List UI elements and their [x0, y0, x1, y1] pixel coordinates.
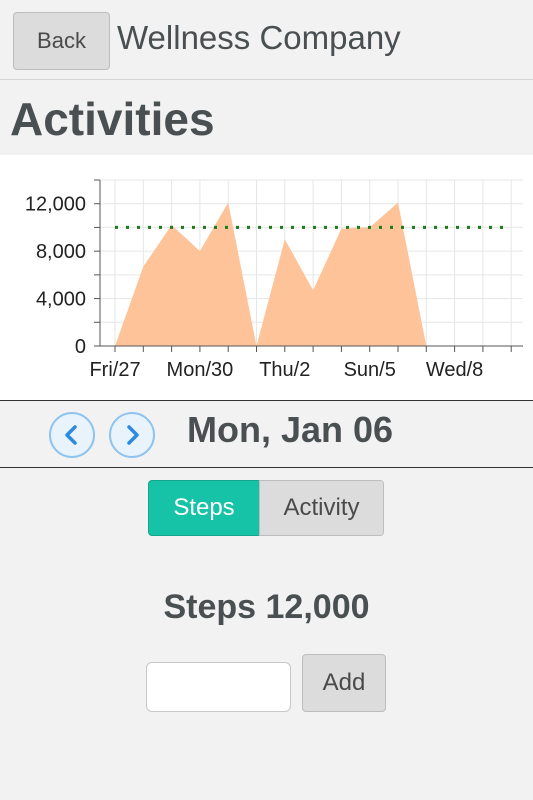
steps-input[interactable]: [146, 662, 291, 712]
app-header: Back Wellness Company: [0, 0, 533, 80]
back-button[interactable]: Back: [13, 12, 110, 70]
activity-toggle-button[interactable]: Activity: [259, 480, 384, 536]
previous-day-button[interactable]: [49, 412, 95, 458]
x-tick-label: Sun/5: [344, 359, 396, 381]
x-tick-label: Fri/27: [89, 359, 140, 381]
current-date: Mon, Jan 06: [187, 409, 394, 450]
x-tick-label: Thu/2: [259, 359, 310, 381]
x-tick-label: Wed/8: [426, 359, 483, 381]
steps-chart: 0 4,000 8,000 12,000 Fri/27 Mon/30 Thu/2 Sun/5 W…: [0, 155, 533, 400]
page-title: Activities: [10, 93, 215, 145]
steps-area-series: [115, 202, 427, 346]
add-button[interactable]: Add: [302, 654, 386, 712]
steps-summary: Steps 12,000: [163, 588, 370, 626]
steps-toggle-button[interactable]: Steps: [148, 480, 260, 536]
y-tick-label: 8,000: [36, 241, 86, 263]
next-day-button[interactable]: [109, 412, 155, 458]
y-tick-label: 4,000: [36, 289, 86, 311]
x-tick-label: Mon/30: [167, 359, 234, 381]
app-title: Wellness Company: [117, 19, 401, 56]
chart-svg: 0 4,000 8,000 12,000 Fri/27 Mon/30 Thu/2 Sun/5 W…: [25, 179, 523, 381]
date-navigation: Mon, Jan 06: [0, 400, 533, 468]
chevron-right-icon: [127, 425, 139, 445]
chevron-left-icon: [65, 425, 77, 445]
y-tick-label: 0: [75, 336, 86, 358]
y-tick-label: 12,000: [25, 194, 86, 216]
